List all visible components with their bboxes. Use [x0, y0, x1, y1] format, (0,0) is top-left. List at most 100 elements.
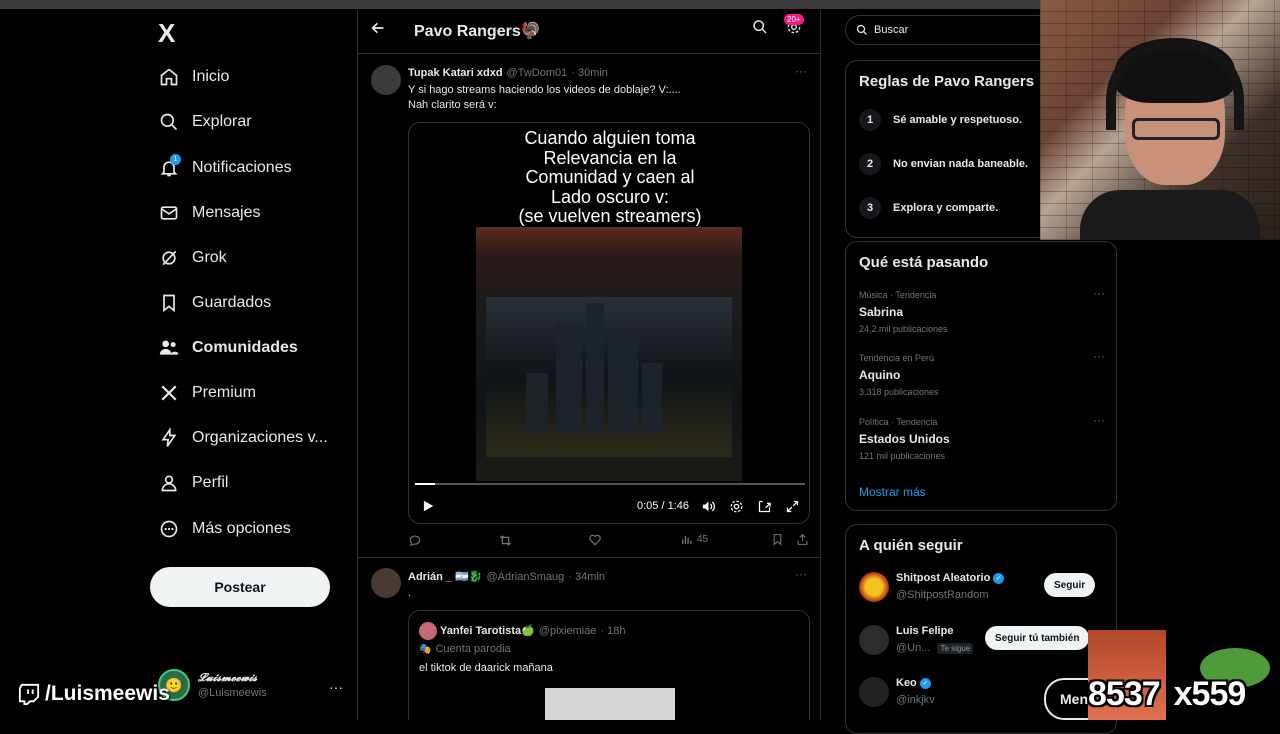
- more-icon[interactable]: ···: [795, 64, 807, 78]
- show-more-link[interactable]: Mostrar más: [859, 485, 926, 499]
- avatar[interactable]: [859, 677, 889, 707]
- rule-item: 2 No envian nada baneable.: [859, 153, 1028, 175]
- stream-counter: 8537 x559: [1088, 675, 1246, 714]
- nav-more-options[interactable]: Más opciones: [146, 509, 346, 549]
- nav-profile[interactable]: Perfil: [146, 463, 346, 503]
- twitch-handle: /Luismeewis: [45, 682, 170, 705]
- video-player[interactable]: Cuando alguien toma Relevancia en la Com…: [408, 122, 810, 524]
- follow-button[interactable]: Seguir: [1044, 573, 1096, 597]
- quote-author-handle[interactable]: @pixiemiae: [539, 625, 597, 637]
- caption-line: Cuando alguien toma: [524, 128, 696, 148]
- tweet-text-line: Y si hago streams haciendo los videos de…: [408, 84, 681, 96]
- person-icon: [146, 473, 192, 493]
- avatar[interactable]: [859, 625, 889, 655]
- tweet-time[interactable]: · 30min: [571, 67, 608, 79]
- tweet-author-handle[interactable]: @AdrianSmaug: [486, 571, 564, 583]
- settings-icon[interactable]: [729, 499, 744, 519]
- communities-icon: [146, 338, 192, 358]
- tweet[interactable]: Tupak Katari xdxd @TwDom01 · 30min ··· Y…: [358, 55, 820, 563]
- tweet-text-line: Nah clarito será v:: [408, 99, 497, 111]
- quote-text: el tiktok de daarick mañana: [419, 662, 553, 674]
- nav-grok[interactable]: Grok: [146, 238, 346, 278]
- picture-in-picture-icon[interactable]: [757, 499, 772, 519]
- trend-category: Política · Tendencia: [859, 417, 938, 427]
- nav-bookmarks[interactable]: Guardados: [146, 283, 346, 323]
- quote-time[interactable]: · 18h: [600, 625, 625, 637]
- trend-count: 3.318 publicaciones: [859, 387, 939, 397]
- follow-name-row: Keo ✓: [896, 677, 931, 689]
- trend-item[interactable]: Música · Tendencia Sabrina 24,2 mil publ…: [859, 286, 1105, 334]
- tweet-author-name[interactable]: Adrián _ 🇦🇷🐉: [408, 570, 482, 583]
- quote-author-name[interactable]: Yanfei Tarotista🍏: [440, 624, 535, 637]
- trends-panel: Qué está pasando Música · Tendencia Sabr…: [845, 241, 1117, 511]
- quote-media-image[interactable]: [545, 688, 675, 720]
- parody-label: Cuenta parodia: [435, 643, 511, 655]
- rule-number: 1: [859, 109, 881, 131]
- volume-icon[interactable]: [701, 499, 716, 519]
- post-button[interactable]: Postear: [150, 567, 330, 607]
- rule-text: Sé amable y respetuoso.: [893, 114, 1022, 126]
- counter-a: 8537: [1088, 675, 1161, 713]
- nav-organizations[interactable]: Organizaciones v...: [146, 418, 346, 458]
- avatar[interactable]: [371, 65, 401, 95]
- video-frame: [476, 227, 742, 481]
- like-icon[interactable]: [588, 533, 602, 547]
- quoted-tweet[interactable]: Yanfei Tarotista🍏 @pixiemiae · 18h 🎭 Cue…: [408, 610, 810, 720]
- account-switcher[interactable]: 🙂 𝓛𝓾𝓲𝓼𝓶𝓮𝓮𝔀𝓲𝓼 @Luismeewis ···: [158, 665, 344, 705]
- video-progress-bar[interactable]: [415, 483, 805, 485]
- nav-premium[interactable]: Premium: [146, 373, 346, 413]
- tweet[interactable]: Adrián _ 🇦🇷🐉 @AdrianSmaug · 34min ··· . …: [358, 558, 820, 720]
- follow-back-button[interactable]: Seguir tú también: [985, 626, 1090, 650]
- search-icon: [856, 24, 867, 35]
- retweet-icon[interactable]: [498, 533, 513, 548]
- nav-messages[interactable]: Mensajes: [146, 193, 346, 233]
- twitch-icon: [18, 683, 40, 705]
- follow-suggestion[interactable]: Luis Felipe @Un... Te sigue Seguir tú ta…: [859, 623, 1105, 659]
- tweet-time[interactable]: · 34min: [568, 571, 605, 583]
- tweet-author-name[interactable]: Tupak Katari xdxd: [408, 67, 503, 79]
- back-arrow-icon[interactable]: [370, 20, 386, 41]
- share-icon[interactable]: [796, 533, 809, 546]
- video-scene: [486, 297, 732, 457]
- follow-name-row: Shitpost Aleatorio ✓: [896, 572, 1005, 584]
- follow-title: A quién seguir: [859, 537, 963, 554]
- more-icon[interactable]: ···: [1093, 413, 1105, 427]
- nav-more-options-label: Más opciones: [192, 520, 291, 537]
- status-badge: 20+: [784, 14, 804, 25]
- follow-name: Shitpost Aleatorio: [896, 572, 991, 584]
- avatar[interactable]: [371, 568, 401, 598]
- follow-name: Keo: [896, 677, 917, 689]
- tweet-author-handle[interactable]: @TwDom01: [507, 67, 568, 79]
- rule-item: 1 Sé amable y respetuoso.: [859, 109, 1022, 131]
- nav-notifications[interactable]: 1 Notificaciones: [146, 148, 346, 188]
- more-icon[interactable]: ···: [329, 679, 343, 695]
- grok-icon: [146, 248, 192, 268]
- bookmark-icon[interactable]: [771, 533, 784, 546]
- rule-text: No envian nada baneable.: [893, 158, 1029, 170]
- nav-explore[interactable]: Explorar: [146, 102, 346, 142]
- follow-handle: @Un...: [896, 642, 931, 654]
- views-count[interactable]: 45: [680, 533, 708, 546]
- more-circle-icon: [146, 519, 192, 539]
- more-icon[interactable]: ···: [1093, 286, 1105, 300]
- trend-item[interactable]: Política · Tendencia Estados Unidos 121 …: [859, 413, 1105, 461]
- more-icon[interactable]: ···: [1093, 349, 1105, 363]
- trend-name: Estados Unidos: [859, 432, 950, 446]
- trend-item[interactable]: Tendencia en Perú Aquino 3.318 publicaci…: [859, 349, 1105, 397]
- search-icon[interactable]: [752, 19, 768, 40]
- x-logo-icon[interactable]: X: [158, 18, 175, 49]
- follow-suggestion[interactable]: Shitpost Aleatorio ✓ @ShitpostRandom Seg…: [859, 570, 1105, 606]
- play-icon[interactable]: [421, 499, 435, 518]
- reply-icon[interactable]: [408, 533, 422, 547]
- bookmark-icon: [146, 293, 192, 313]
- avatar[interactable]: [859, 572, 889, 602]
- main-feed: Pavo Rangers🦃 20+ Tupak Katari xdxd @TwD…: [357, 10, 821, 720]
- nav-communities[interactable]: Comunidades: [146, 328, 346, 368]
- trend-category: Tendencia en Perú: [859, 353, 935, 363]
- fullscreen-icon[interactable]: [785, 499, 800, 519]
- more-icon[interactable]: ···: [795, 567, 807, 581]
- avatar[interactable]: [419, 622, 437, 640]
- nav-home[interactable]: Inicio: [146, 57, 346, 97]
- glasses-icon: [1132, 118, 1220, 140]
- twitch-overlay: /Luismeewis: [18, 680, 170, 708]
